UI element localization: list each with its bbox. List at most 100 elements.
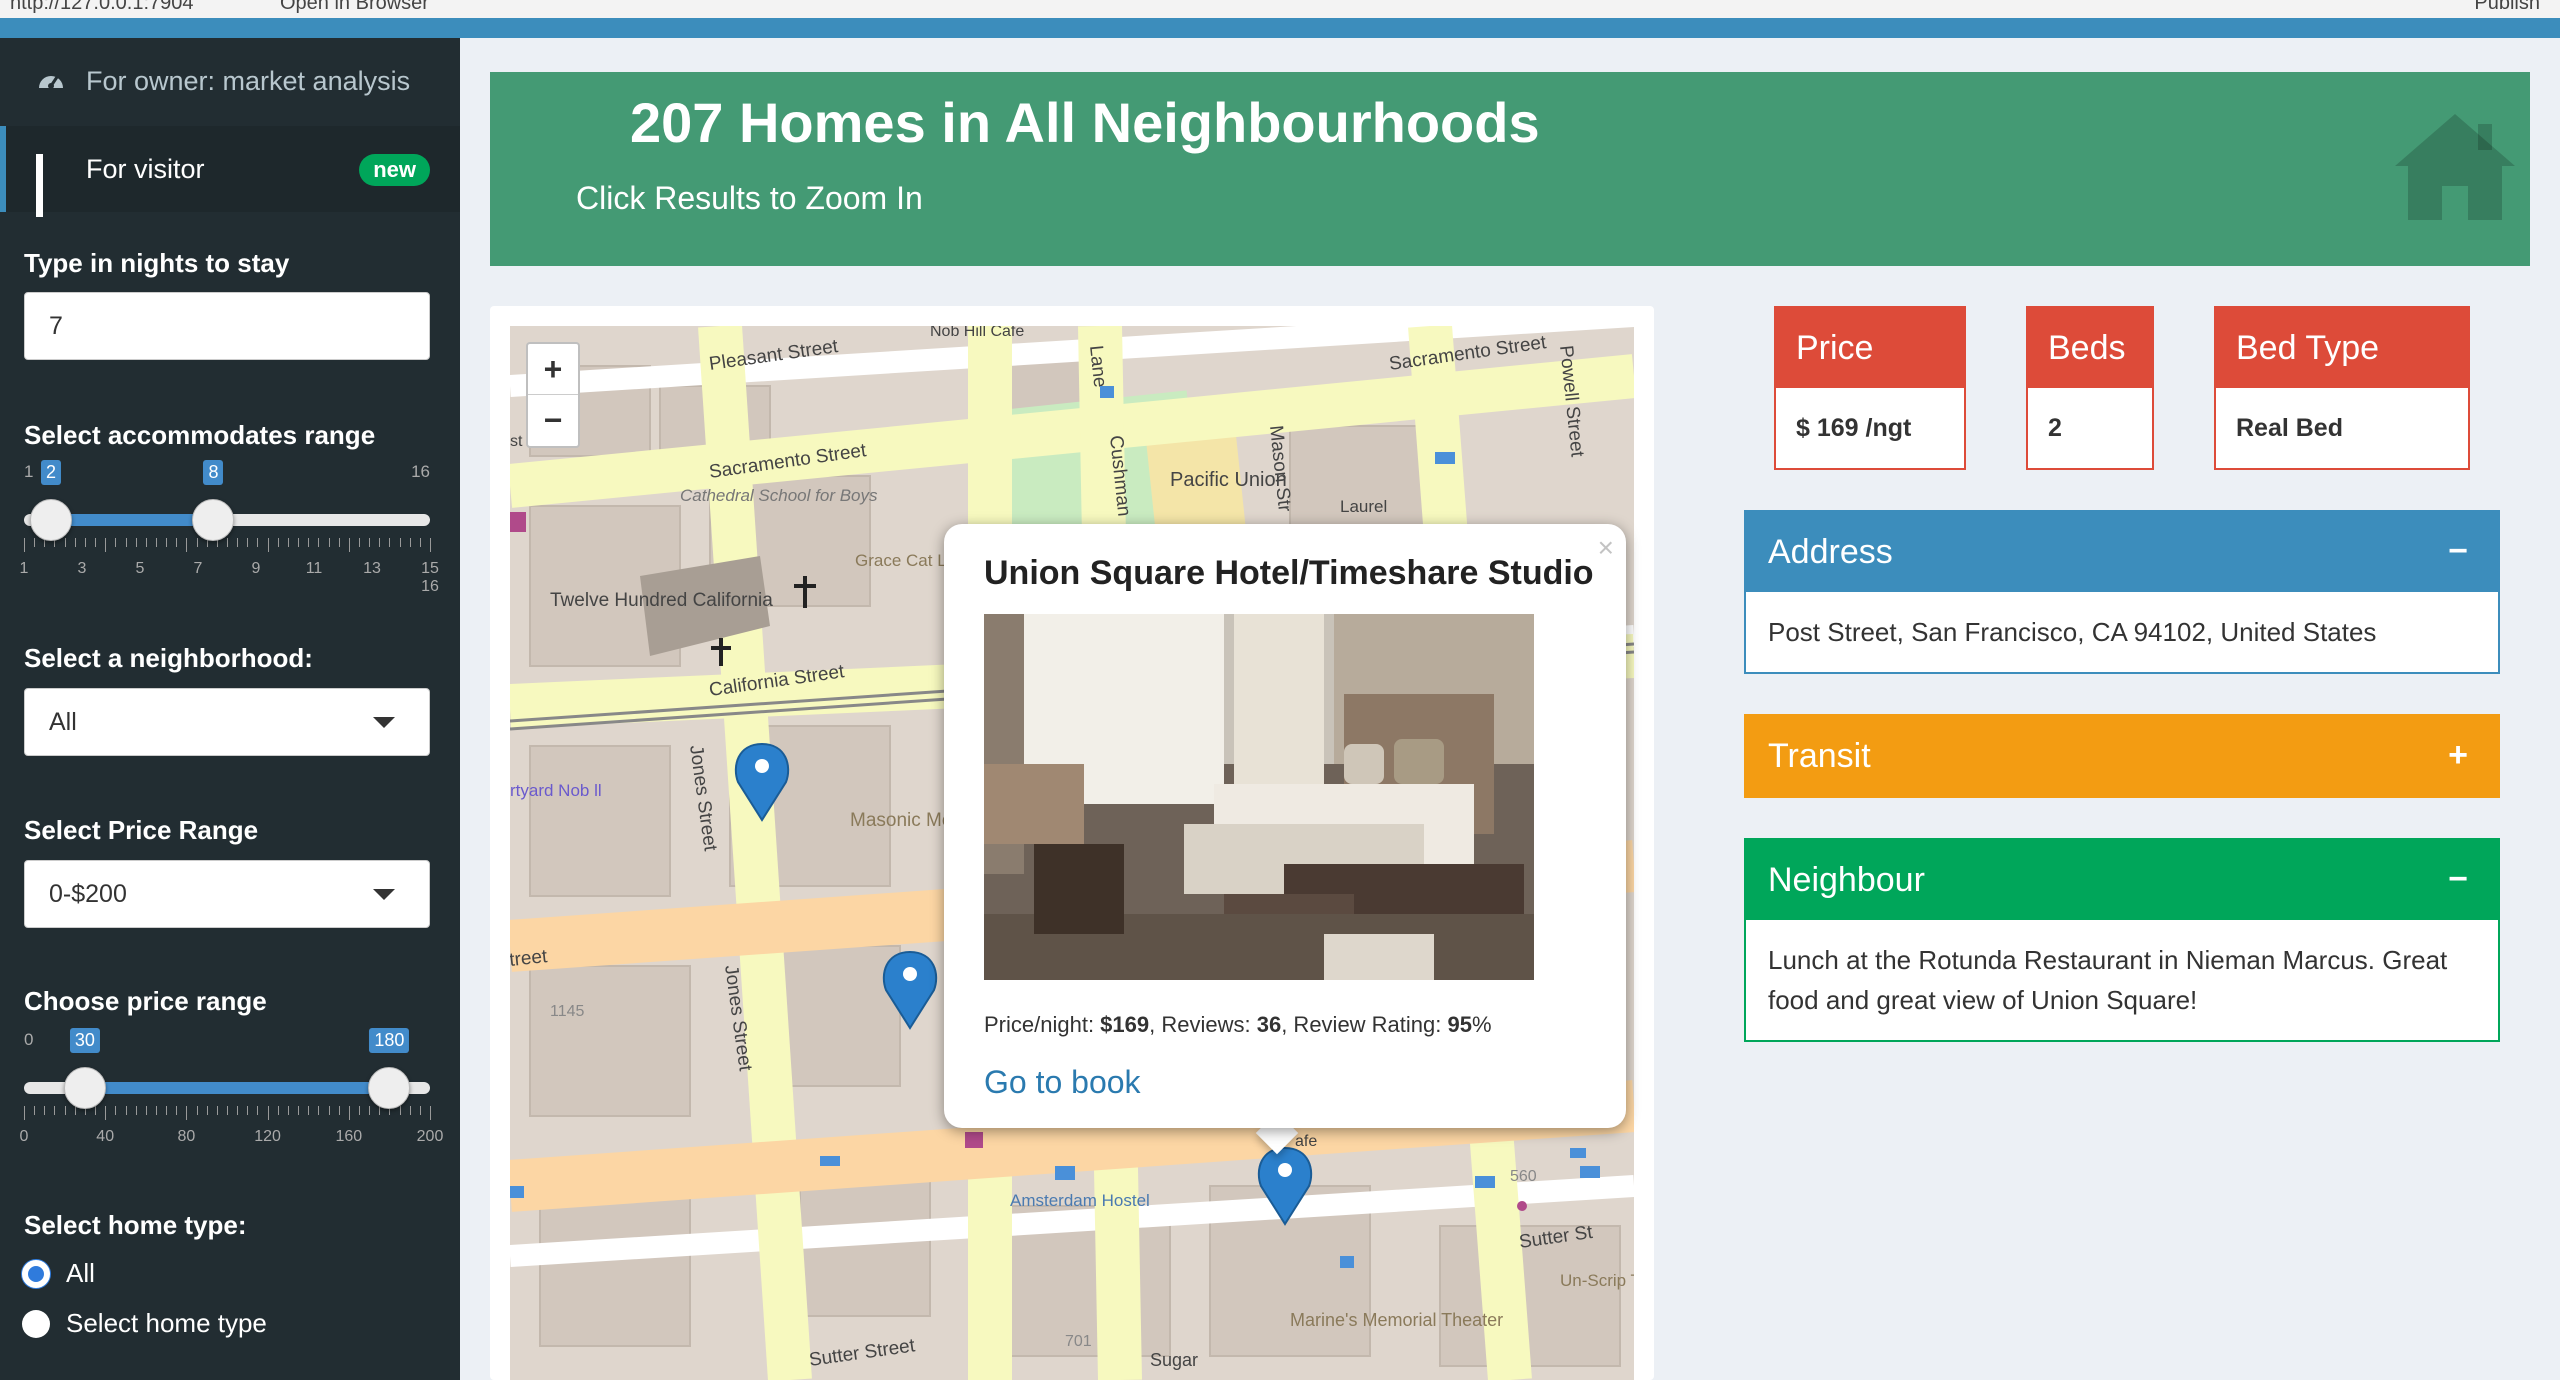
rating-label: , Review Rating:: [1281, 1012, 1448, 1037]
panel-body: Lunch at the Rotunda Restaurant in Niema…: [1768, 945, 2448, 1015]
price-slider[interactable]: 0 30 180 0 40 80 120 160 200: [20, 1028, 443, 1145]
slider-tick: [155, 1106, 157, 1115]
slider-tick: [318, 538, 320, 547]
slider-tick-label: 13: [363, 560, 381, 577]
slider-tick: [277, 538, 279, 547]
panel-title: Neighbour: [1768, 860, 1925, 899]
poi-label: 1145: [550, 1003, 585, 1020]
slider-tick: [287, 538, 289, 547]
slider-tick: [216, 1106, 218, 1115]
slider-tick: [298, 538, 300, 547]
slider-tick: [135, 1106, 137, 1115]
poi-label: afe: [1295, 1133, 1317, 1150]
slider-tick: [287, 1106, 289, 1115]
slider-handle[interactable]: [368, 1067, 411, 1109]
menu-item-visitor[interactable]: For visitor new: [0, 126, 460, 217]
slider-tick: [348, 1106, 350, 1120]
go-to-book-link[interactable]: Go to book: [984, 1064, 1141, 1101]
slider-tick: [379, 538, 381, 547]
reviews-label: , Reviews:: [1149, 1012, 1257, 1037]
price-label: Price/night:: [984, 1012, 1101, 1037]
slider-tick: [176, 538, 178, 547]
rating-unit: %: [1471, 1012, 1492, 1037]
publish-button[interactable]: Publish: [2474, 0, 2540, 15]
slider-tick: [369, 1106, 371, 1115]
zoom-in-button[interactable]: +: [528, 344, 578, 395]
price-value: $169: [1100, 1012, 1150, 1037]
url-text[interactable]: http://127.0.0.1:7904: [10, 0, 194, 15]
accommodates-slider[interactable]: 1 16 2 8 1 3 5 7 9 11 13 15 16: [20, 460, 439, 595]
slider-handle[interactable]: [63, 1067, 106, 1109]
price-range-select[interactable]: 0-$200: [24, 860, 430, 928]
page-subtitle: Click Results to Zoom In: [576, 180, 923, 216]
slider-handle[interactable]: [30, 499, 73, 541]
poi-label: Amsterdam Hostel: [1010, 1191, 1150, 1210]
slider-tick-label: 40: [96, 1128, 115, 1145]
slider-tick: [399, 538, 401, 547]
value-box-label: Bed Type: [2216, 308, 2468, 388]
slider-tick: [135, 538, 137, 547]
new-badge: new: [359, 154, 430, 186]
slider-max-label: 16: [411, 462, 430, 481]
price-slider-label: Choose price range: [24, 986, 267, 1016]
slider-from-value: 30: [69, 1028, 100, 1053]
slider-tick-label: 0: [19, 1128, 29, 1145]
radio-home-type-all[interactable]: All: [22, 1258, 95, 1289]
street-label: treet: [510, 946, 549, 971]
slider-tick: [328, 538, 330, 547]
value-box-value: $ 169 /ngt: [1796, 413, 1912, 442]
slider-tick: [95, 1106, 97, 1115]
slider-to-value: 180: [369, 1028, 410, 1053]
slider-tick: [125, 1106, 127, 1115]
listing-photo: [984, 614, 1534, 980]
nights-input[interactable]: 7: [24, 292, 430, 360]
slider-tick: [257, 538, 259, 547]
transit-panel-header[interactable]: Transit +: [1746, 716, 2498, 796]
slider-tick-label: 7: [193, 560, 203, 577]
slider-tick: [308, 1106, 310, 1115]
slider-tick: [358, 538, 360, 547]
address-panel: Address − Post Street, San Francisco, CA…: [1744, 510, 2500, 674]
zoom-out-button[interactable]: −: [528, 395, 578, 446]
slider-tick: [196, 538, 198, 547]
slider-tick: [64, 1106, 66, 1115]
home-icon: [2395, 114, 2515, 220]
slider-min-label: 0: [24, 1030, 34, 1049]
slider-tick-label: 1: [19, 560, 29, 577]
menu-item-label: For visitor: [86, 153, 205, 184]
slider-tick: [338, 1106, 340, 1115]
slider-to-value: 8: [203, 460, 224, 485]
slider-tick: [419, 1106, 421, 1115]
radio-home-type-select[interactable]: Select home type: [22, 1308, 267, 1339]
collapse-icon[interactable]: −: [2448, 860, 2468, 899]
slider-tick-label: 3: [77, 560, 87, 577]
menu-item-owner[interactable]: For owner: market analysis: [0, 38, 460, 124]
collapse-icon[interactable]: −: [2448, 532, 2468, 571]
address-panel-header[interactable]: Address −: [1746, 512, 2498, 592]
neighbour-panel-header[interactable]: Neighbour −: [1746, 840, 2498, 920]
neighborhood-select[interactable]: All: [24, 688, 430, 756]
close-icon[interactable]: ×: [1598, 532, 1614, 564]
slider-tick: [155, 538, 157, 547]
popup-info: Price/night: $169, Reviews: 36, Review R…: [984, 1012, 1492, 1038]
slider-tick: [419, 538, 421, 547]
slider-tick: [247, 538, 249, 547]
expand-icon[interactable]: +: [2448, 736, 2468, 775]
slider-tick: [64, 538, 66, 547]
slider-tick: [298, 1106, 300, 1115]
chevron-down-icon: [373, 717, 395, 728]
open-in-browser-button[interactable]: Open in Browser: [280, 0, 429, 15]
panel-body: Post Street, San Francisco, CA 94102, Un…: [1768, 617, 2377, 647]
price-range-value: 0-$200: [49, 879, 127, 908]
slider-tick: [145, 1106, 147, 1115]
slider-tick: [379, 1106, 381, 1115]
panel-title: Transit: [1768, 736, 1871, 775]
chevron-down-icon: [373, 889, 395, 900]
poi-label: Cathedral School for Boys: [680, 486, 878, 505]
top-navbar: [0, 18, 2560, 38]
slider-tick: [105, 538, 107, 552]
slider-handle[interactable]: [192, 499, 235, 541]
slider-tick-label: 15 16: [421, 560, 439, 595]
slider-tick: [105, 1106, 107, 1120]
slider-tick-label: 160: [335, 1128, 363, 1145]
